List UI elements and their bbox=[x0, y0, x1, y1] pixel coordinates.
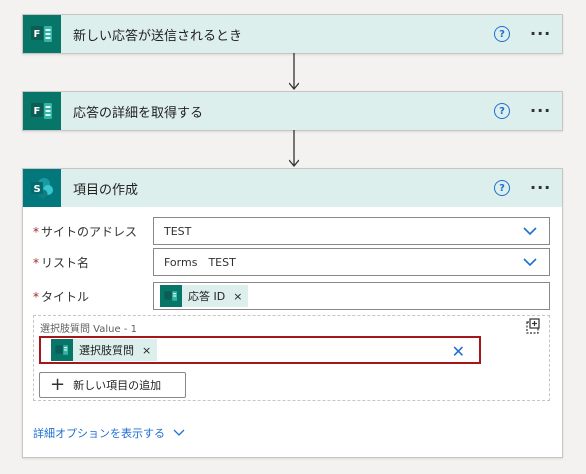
trigger-card-header[interactable]: F 新しい応答が送信されるとき ? ··· bbox=[23, 15, 562, 53]
chevron-down-icon[interactable] bbox=[523, 226, 537, 236]
sharepoint-icon: S bbox=[23, 169, 61, 207]
remove-token-icon[interactable]: × bbox=[142, 344, 151, 357]
list-name-row: * リスト名 Forms TEST bbox=[33, 248, 550, 276]
create-item-card-header[interactable]: S 項目の作成 ? ··· bbox=[23, 169, 562, 207]
required-mark: * bbox=[33, 225, 39, 239]
forms-icon bbox=[160, 285, 182, 307]
add-new-item-label: 新しい項目の追加 bbox=[73, 379, 162, 392]
help-icon[interactable]: ? bbox=[494, 103, 510, 119]
choice-question-input[interactable]: 選択肢質問 × ✕ bbox=[39, 336, 481, 364]
forms-icon bbox=[51, 339, 73, 361]
choice-question-label: 選択肢質問 Value - 1 bbox=[40, 324, 137, 335]
choice-question-token[interactable]: 選択肢質問 × bbox=[51, 339, 158, 361]
title-label-text: タイトル bbox=[41, 290, 90, 304]
choice-question-token-label: 選択肢質問 bbox=[79, 344, 134, 357]
forms-icon: F bbox=[23, 15, 61, 53]
remove-token-icon[interactable]: × bbox=[233, 290, 242, 303]
svg-text:F: F bbox=[34, 29, 41, 40]
get-response-card[interactable]: F 応答の詳細を取得する ? ··· bbox=[22, 91, 563, 131]
help-icon[interactable]: ? bbox=[494, 26, 510, 42]
list-name-dropdown[interactable]: Forms TEST bbox=[153, 248, 550, 276]
required-mark: * bbox=[33, 290, 39, 304]
trigger-title: 新しい応答が送信されるとき bbox=[73, 28, 243, 44]
get-response-card-header[interactable]: F 応答の詳細を取得する ? ··· bbox=[23, 92, 562, 130]
help-icon[interactable]: ? bbox=[494, 180, 510, 196]
svg-text:F: F bbox=[34, 106, 41, 117]
site-address-value: TEST bbox=[164, 224, 192, 238]
chevron-down-icon bbox=[173, 429, 185, 436]
down-arrow-icon bbox=[289, 53, 299, 91]
site-address-row: * サイトのアドレス TEST bbox=[33, 217, 550, 245]
title-row: * タイトル 応答 ID × bbox=[33, 282, 550, 310]
response-id-token[interactable]: 応答 ID × bbox=[160, 285, 249, 307]
list-name-label-text: リスト名 bbox=[41, 256, 90, 270]
svg-text:S: S bbox=[34, 184, 41, 195]
title-label: * タイトル bbox=[33, 288, 89, 305]
chevron-down-icon[interactable] bbox=[523, 257, 537, 267]
forms-icon: F bbox=[23, 92, 61, 130]
show-advanced-options-link[interactable]: 詳細オプションを表示する bbox=[33, 425, 185, 441]
site-address-dropdown[interactable]: TEST bbox=[153, 217, 550, 245]
add-new-item-button[interactable]: + 新しい項目の追加 bbox=[39, 372, 186, 398]
trigger-card[interactable]: F 新しい応答が送信されるとき ? ··· bbox=[22, 14, 563, 54]
create-item-title: 項目の作成 bbox=[73, 182, 139, 198]
get-response-title: 応答の詳細を取得する bbox=[73, 105, 204, 121]
switch-to-array-input-icon[interactable] bbox=[525, 318, 541, 334]
more-options-icon[interactable]: ··· bbox=[530, 26, 552, 42]
list-name-label: * リスト名 bbox=[33, 254, 89, 271]
clear-icon[interactable]: ✕ bbox=[452, 342, 465, 361]
plus-icon: + bbox=[50, 374, 66, 395]
more-options-icon[interactable]: ··· bbox=[530, 180, 552, 196]
title-input[interactable]: 応答 ID × bbox=[153, 282, 550, 310]
required-mark: * bbox=[33, 256, 39, 270]
choice-question-array: 選択肢質問 Value - 1 選択肢質問 × ✕ + 新しい項目の追加 bbox=[33, 315, 550, 401]
create-item-card[interactable]: S 項目の作成 ? ··· * サイトのアドレス TEST * リスト名 Forms… bbox=[22, 168, 563, 458]
down-arrow-icon bbox=[289, 130, 299, 168]
list-name-value: Forms TEST bbox=[164, 256, 236, 269]
advanced-options-label: 詳細オプションを表示する bbox=[33, 427, 165, 440]
response-id-token-label: 応答 ID bbox=[188, 290, 226, 303]
site-address-label: * サイトのアドレス bbox=[33, 223, 137, 240]
site-address-label-text: サイトのアドレス bbox=[41, 225, 138, 239]
more-options-icon[interactable]: ··· bbox=[530, 103, 552, 119]
